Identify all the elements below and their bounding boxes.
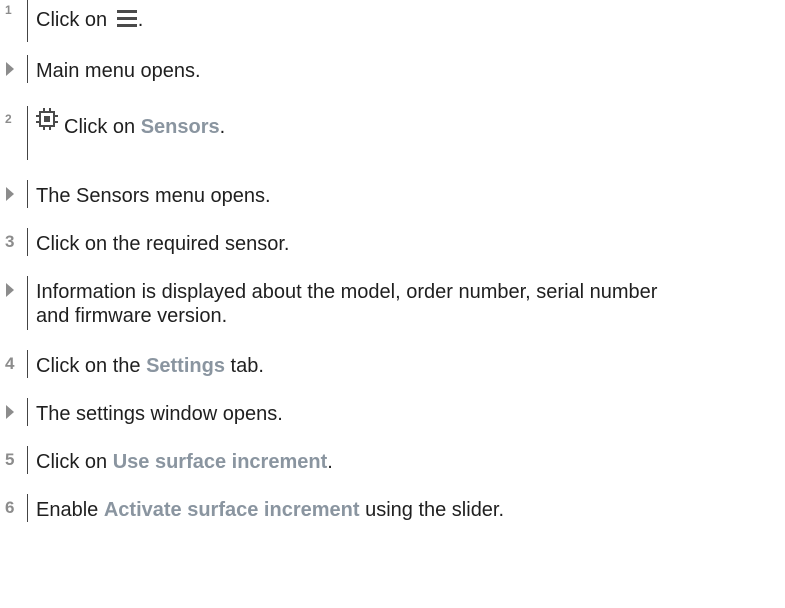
step-text-part: .	[327, 451, 333, 473]
step-number: 6	[5, 498, 15, 517]
ui-term-use-surface-increment: Use surface increment	[112, 451, 328, 473]
step-number: 5	[5, 450, 15, 469]
step-1: 1 Click on .	[0, 0, 785, 42]
step-text-part: .	[137, 9, 144, 31]
instruction-list: 1 Click on . Main menu opens. 2 Click on…	[0, 0, 785, 608]
result-text: The settings window opens.	[36, 403, 283, 425]
step-number: 1	[5, 3, 12, 17]
step-divider	[27, 55, 28, 83]
result-arrow-icon	[6, 405, 14, 419]
step-divider	[27, 446, 28, 474]
step-5: 5 Click on Use surface increment.	[0, 446, 785, 476]
step-3: 3 Click on the required sensor.	[0, 228, 785, 258]
step-divider	[27, 180, 28, 208]
result-text-line: Information is displayed about the model…	[36, 281, 658, 303]
result-2: The Sensors menu opens.	[0, 180, 785, 210]
step-divider	[27, 106, 28, 160]
step-divider	[27, 276, 28, 330]
result-arrow-icon	[6, 62, 14, 76]
result-arrow-icon	[6, 283, 14, 297]
step-divider	[27, 398, 28, 426]
step-number: 4	[5, 354, 15, 373]
step-text-part: Click on	[36, 451, 113, 473]
step-divider	[27, 494, 28, 522]
result-text: Main menu opens.	[36, 60, 201, 82]
step-2: 2 Click on Sensors.	[0, 106, 785, 160]
step-divider	[27, 350, 28, 378]
step-text: Click on the Settings tab.	[36, 354, 776, 378]
step-text: Click on .	[36, 8, 776, 32]
ui-term-activate-surface-increment: Activate surface increment	[103, 499, 360, 521]
step-number: 3	[5, 232, 15, 251]
step-number: 2	[5, 112, 12, 126]
step-text-part: using the slider.	[359, 499, 505, 521]
step-text-part: .	[219, 116, 226, 138]
step-text-part: tab.	[224, 355, 264, 377]
step-text-part: Click on	[36, 9, 108, 31]
step-text: Click on the required sensor.	[36, 233, 290, 255]
step-text: Click on Sensors.	[64, 115, 785, 139]
step-text: Click on Use surface increment.	[36, 450, 776, 474]
result-3: Information is displayed about the model…	[0, 276, 785, 332]
result-4: The settings window opens.	[0, 398, 785, 428]
step-text-part: Click on	[64, 116, 141, 138]
result-text: Information is displayed about the model…	[36, 280, 776, 328]
step-text-part: Enable	[36, 499, 104, 521]
step-text: Enable Activate surface increment using …	[36, 498, 776, 522]
step-4: 4 Click on the Settings tab.	[0, 350, 785, 380]
sensor-chip-icon	[36, 108, 58, 130]
step-6: 6 Enable Activate surface increment usin…	[0, 494, 785, 524]
result-1: Main menu opens.	[0, 55, 785, 85]
result-arrow-icon	[6, 187, 14, 201]
step-text-part: Click on the	[36, 355, 147, 377]
hamburger-menu-icon	[116, 10, 137, 27]
step-divider	[27, 228, 28, 256]
result-text: The Sensors menu opens.	[36, 185, 271, 207]
result-text-line: and firmware version.	[36, 305, 228, 327]
ui-term-settings: Settings	[146, 355, 225, 377]
step-divider	[27, 0, 28, 42]
ui-term-sensors: Sensors	[140, 116, 220, 138]
